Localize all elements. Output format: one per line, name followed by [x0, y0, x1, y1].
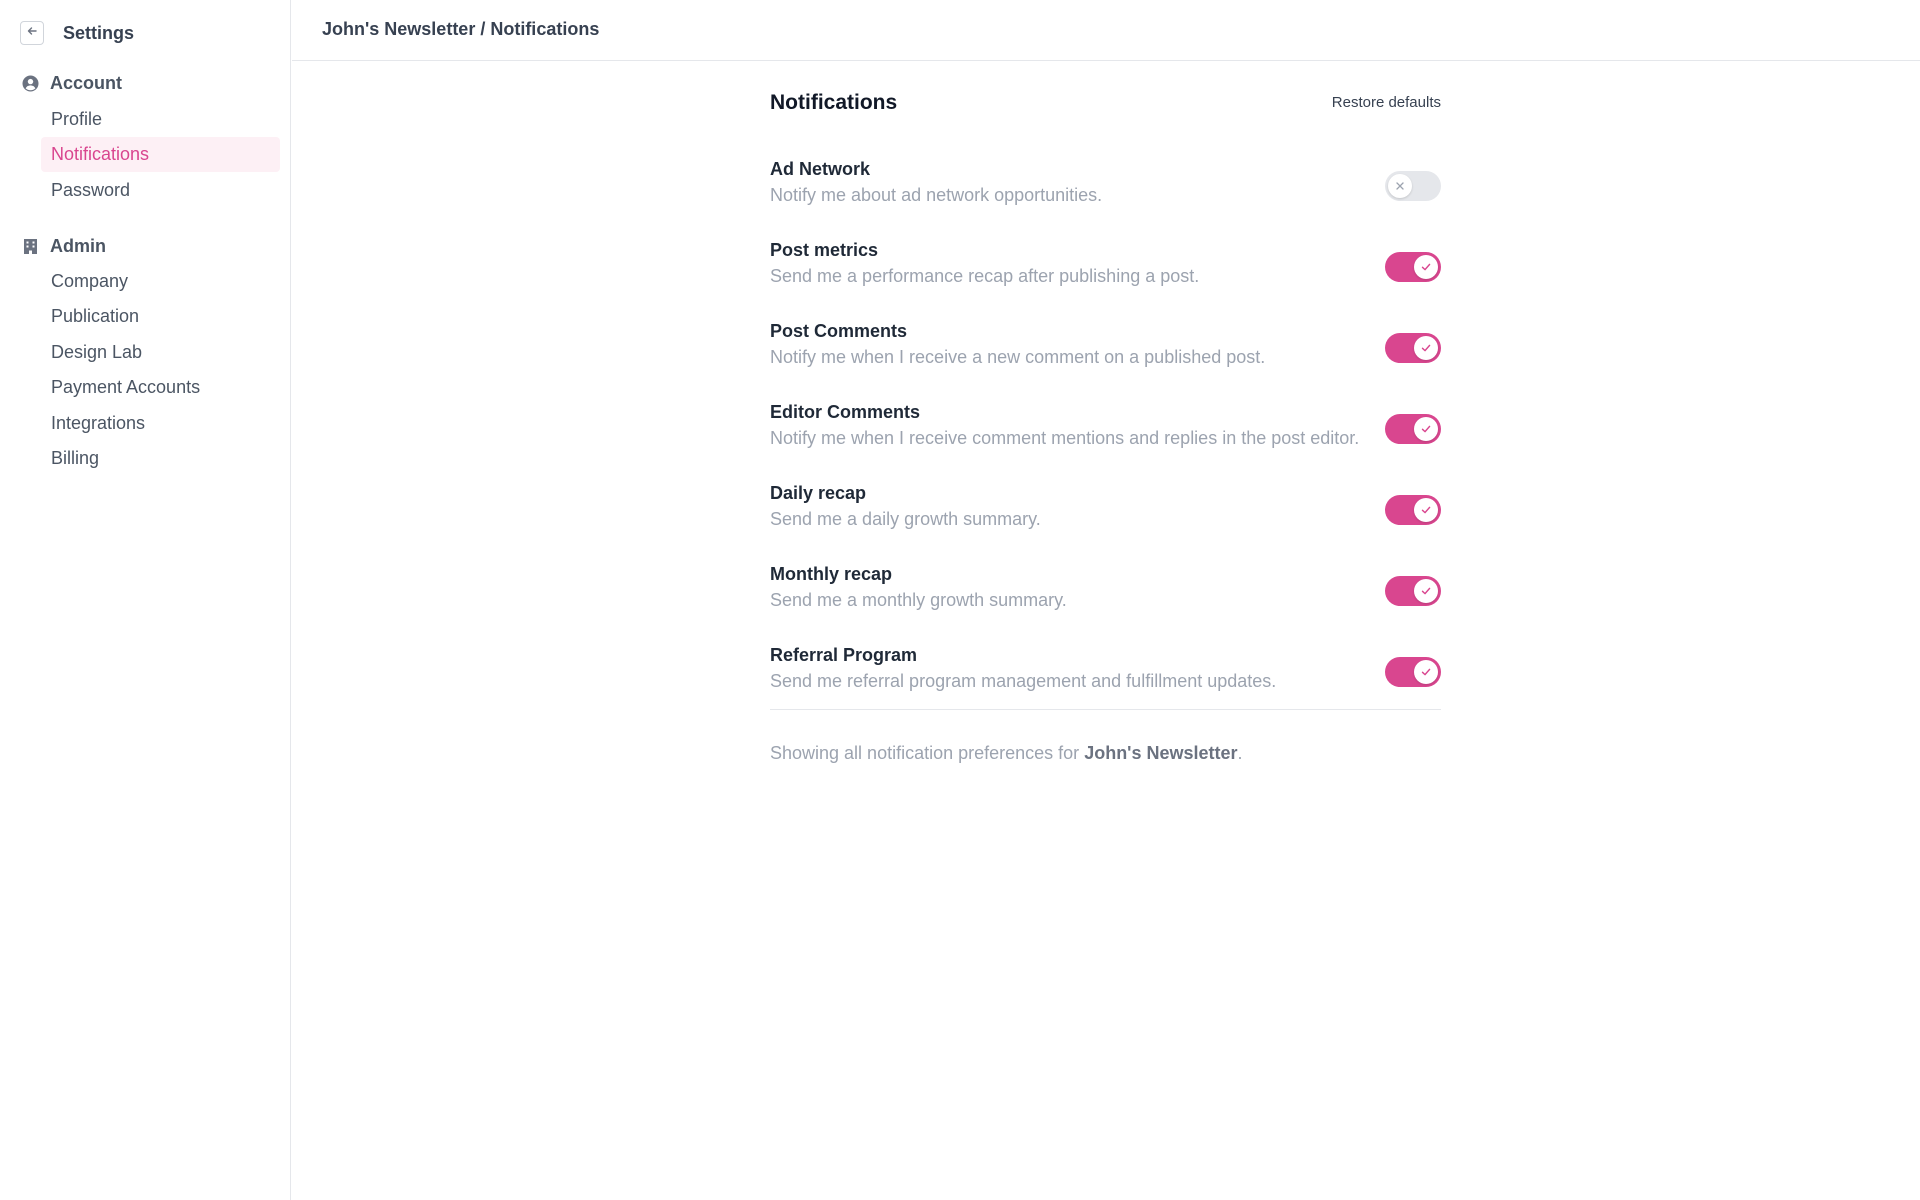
footer-suffix: .	[1237, 743, 1243, 763]
sidebar: Settings Account Profile Notifications P…	[0, 0, 291, 1200]
toggle-knob	[1414, 660, 1438, 684]
sidebar-item-payment-accounts[interactable]: Payment Accounts	[41, 370, 280, 405]
check-icon	[1420, 504, 1432, 516]
check-icon	[1420, 423, 1432, 435]
toggle-knob	[1414, 336, 1438, 360]
preference-row-post-comments: Post Comments Notify me when I receive a…	[770, 321, 1441, 402]
toggle-knob	[1414, 579, 1438, 603]
sidebar-item-billing[interactable]: Billing	[41, 441, 280, 476]
toggle-knob	[1388, 174, 1412, 198]
check-icon	[1420, 261, 1432, 273]
footer-prefix: Showing all notification preferences for	[770, 743, 1085, 763]
sidebar-title: Settings	[63, 22, 135, 43]
panel-header: Notifications Restore defaults	[770, 91, 1441, 119]
arrow-left-icon	[26, 24, 38, 42]
sidebar-item-design-lab[interactable]: Design Lab	[41, 335, 280, 370]
x-icon	[1395, 181, 1405, 191]
preference-description: Send me a monthly growth summary.	[770, 590, 1067, 610]
preference-row-editor-comments: Editor Comments Notify me when I receive…	[770, 402, 1441, 483]
top-bar: John's Newsletter / Notifications	[292, 0, 1920, 61]
preference-row-ad-network: Ad Network Notify me about ad network op…	[770, 159, 1441, 240]
settings-app: Settings Account Profile Notifications P…	[0, 0, 1920, 1200]
toggle-knob	[1414, 417, 1438, 441]
sidebar-item-publication[interactable]: Publication	[41, 299, 280, 334]
check-icon	[1420, 342, 1432, 354]
preference-description: Send me a performance recap after publis…	[770, 266, 1200, 286]
sidebar-item-integrations[interactable]: Integrations	[41, 406, 280, 441]
preference-description: Notify me about ad network opportunities…	[770, 185, 1103, 205]
preference-row-monthly-recap: Monthly recap Send me a monthly growth s…	[770, 564, 1441, 645]
toggle-knob	[1414, 498, 1438, 522]
user-circle-icon	[22, 75, 39, 92]
back-button[interactable]	[20, 21, 44, 45]
preference-row-daily-recap: Daily recap Send me a daily growth summa…	[770, 483, 1441, 564]
breadcrumb: John's Newsletter / Notifications	[322, 19, 600, 39]
preference-description: Send me referral program management and …	[770, 671, 1277, 691]
sidebar-item-profile[interactable]: Profile	[41, 102, 280, 137]
nav-group-admin: Admin	[22, 234, 106, 258]
check-icon	[1420, 666, 1432, 678]
post-comments-toggle[interactable]	[1385, 333, 1441, 363]
preference-title: Monthly recap	[770, 564, 893, 584]
footer-publication-name: John's Newsletter	[1084, 743, 1238, 763]
check-icon	[1420, 585, 1432, 597]
sidebar-item-notifications[interactable]: Notifications	[41, 137, 280, 172]
referral-program-toggle[interactable]	[1385, 657, 1441, 687]
preference-list: Ad Network Notify me about ad network op…	[770, 159, 1441, 705]
nav-group-account: Account	[22, 71, 122, 95]
sidebar-item-password[interactable]: Password	[41, 173, 280, 208]
preference-title: Editor Comments	[770, 402, 921, 422]
preference-title: Ad Network	[770, 159, 871, 179]
nav-group-label: Admin	[50, 235, 106, 256]
preference-row-post-metrics: Post metrics Send me a performance recap…	[770, 240, 1441, 321]
editor-comments-toggle[interactable]	[1385, 414, 1441, 444]
daily-recap-toggle[interactable]	[1385, 495, 1441, 525]
ad-network-toggle[interactable]	[1385, 171, 1441, 201]
restore-defaults-button[interactable]: Restore defaults	[1332, 94, 1441, 111]
footer-note: Showing all notification preferences for…	[770, 743, 1441, 764]
nav-group-label: Account	[50, 72, 122, 93]
toggle-knob	[1414, 255, 1438, 279]
divider	[770, 709, 1441, 710]
sidebar-item-company[interactable]: Company	[41, 264, 280, 299]
monthly-recap-toggle[interactable]	[1385, 576, 1441, 606]
preference-description: Notify me when I receive a new comment o…	[770, 347, 1266, 367]
building-icon	[22, 238, 39, 255]
preference-title: Post metrics	[770, 240, 879, 260]
notifications-panel: Notifications Restore defaults Ad Networ…	[770, 91, 1441, 764]
post-metrics-toggle[interactable]	[1385, 252, 1441, 282]
preference-title: Referral Program	[770, 645, 918, 665]
preference-title: Post Comments	[770, 321, 908, 341]
preference-description: Send me a daily growth summary.	[770, 509, 1041, 529]
preference-row-referral-program: Referral Program Send me referral progra…	[770, 645, 1441, 705]
preference-description: Notify me when I receive comment mention…	[770, 428, 1360, 448]
preference-title: Daily recap	[770, 483, 867, 503]
sidebar-header: Settings	[20, 21, 134, 45]
